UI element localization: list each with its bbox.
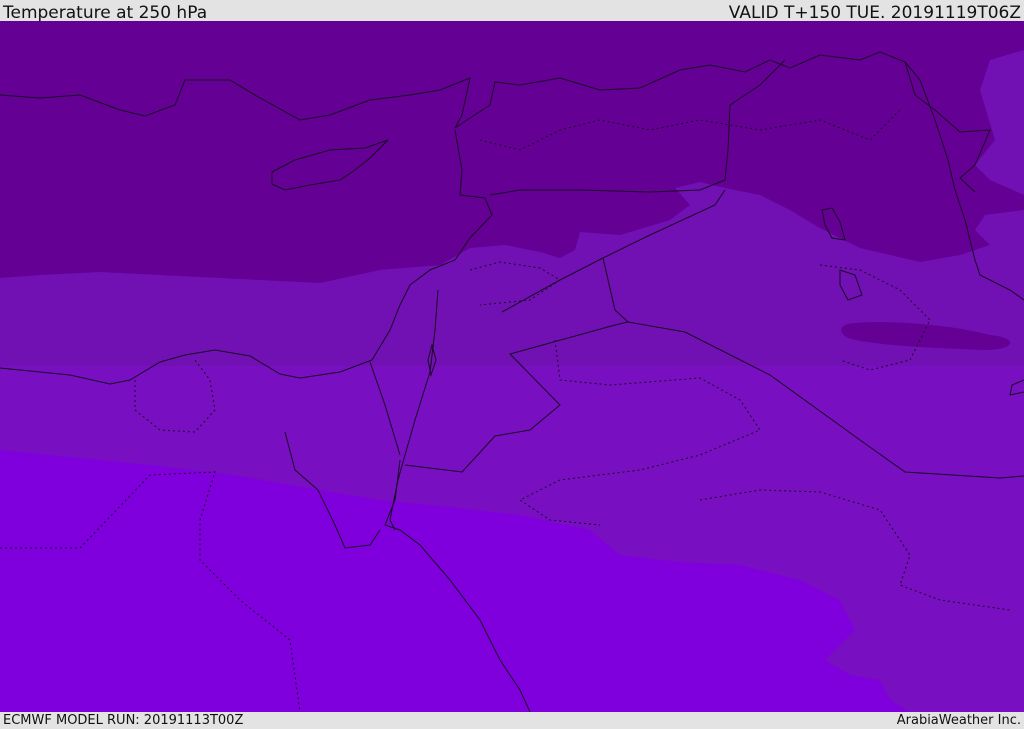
weather-map[interactable] <box>0 21 1024 712</box>
footer-bar: ECMWF MODEL RUN: 20191113T00Z ArabiaWeat… <box>0 712 1024 729</box>
temp-band-coldest <box>0 21 1024 283</box>
header-bar: Temperature at 250 hPa VALID T+150 TUE. … <box>0 0 1024 23</box>
model-run: ECMWF MODEL RUN: 20191113T00Z <box>3 713 244 728</box>
credit: ArabiaWeather Inc. <box>896 713 1021 728</box>
